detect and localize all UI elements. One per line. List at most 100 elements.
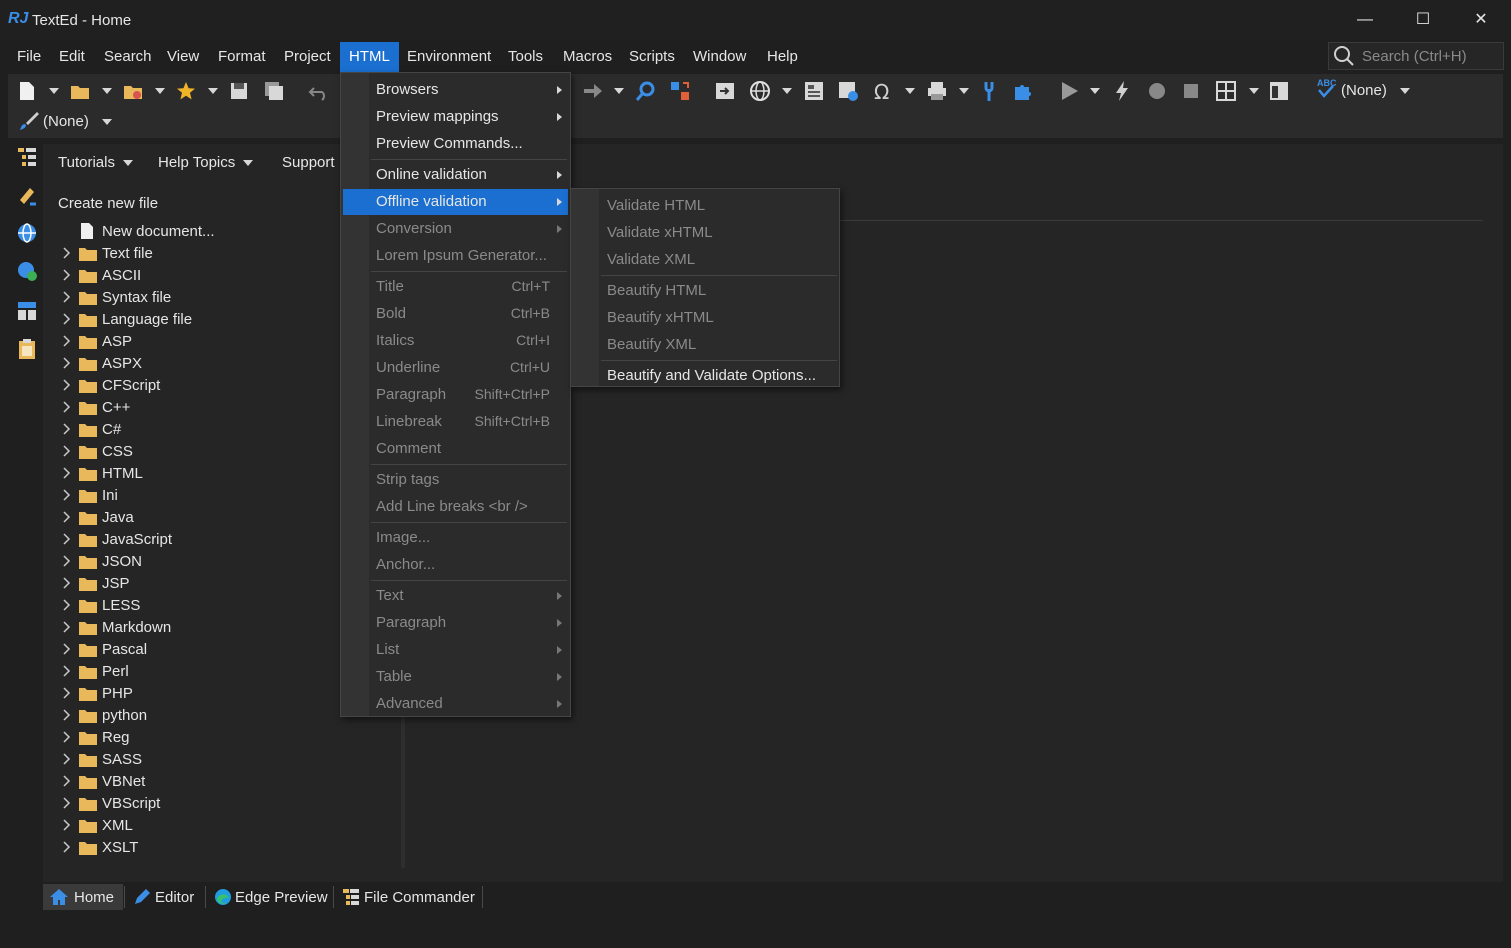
menu-search[interactable]: Search <box>95 42 161 72</box>
file-type-item[interactable]: CSS <box>43 441 383 463</box>
html-menu-item-anchor[interactable]: Anchor... <box>343 552 568 578</box>
layout-dropdown-icon[interactable] <box>1249 88 1259 94</box>
html-menu-item-title[interactable]: Title Ctrl+T <box>343 274 568 300</box>
file-type-item[interactable]: JSON <box>43 551 383 573</box>
menu-view[interactable]: View <box>158 42 208 72</box>
layout-grid-icon[interactable] <box>1215 80 1237 102</box>
menu-window[interactable]: Window <box>684 42 755 72</box>
new-document-item[interactable]: New document... <box>43 221 383 243</box>
submenu-item-beautify-and-validate-options[interactable]: Beautify and Validate Options... <box>573 363 837 389</box>
file-type-item[interactable]: PHP <box>43 683 383 705</box>
run-play-icon[interactable] <box>1058 80 1080 102</box>
html-menu-item-italics[interactable]: Italics Ctrl+I <box>343 328 568 354</box>
tutorials-dropdown[interactable]: Tutorials <box>58 154 133 171</box>
file-type-item[interactable]: C# <box>43 419 383 441</box>
open-dropdown-icon[interactable] <box>102 88 112 94</box>
html-menu-item-conversion[interactable]: Conversion <box>343 216 568 242</box>
chevron-right-icon[interactable] <box>63 533 71 545</box>
chevron-right-icon[interactable] <box>63 555 71 567</box>
file-type-item[interactable]: Reg <box>43 727 383 749</box>
file-type-item[interactable]: LESS <box>43 595 383 617</box>
chevron-right-icon[interactable] <box>63 753 71 765</box>
chevron-right-icon[interactable] <box>63 313 71 325</box>
file-type-item[interactable]: XML <box>43 815 383 837</box>
submenu-item-validate-xhtml[interactable]: Validate xHTML <box>573 220 837 246</box>
submenu-item-validate-html[interactable]: Validate HTML <box>573 193 837 219</box>
help-topics-dropdown[interactable]: Help Topics <box>158 154 254 171</box>
recent-files-icon[interactable] <box>122 80 144 102</box>
maximize-button[interactable]: ☐ <box>1400 6 1446 34</box>
chevron-right-icon[interactable] <box>63 665 71 677</box>
page-settings-icon[interactable] <box>803 80 825 102</box>
tools-wrench-icon[interactable] <box>978 80 1000 102</box>
new-window-icon[interactable] <box>837 80 859 102</box>
submenu-item-beautify-xml[interactable]: Beautify XML <box>573 332 837 358</box>
replace-icon[interactable] <box>669 80 691 102</box>
submenu-item-beautify-xhtml[interactable]: Beautify xHTML <box>573 305 837 331</box>
tab-home[interactable]: Home <box>43 884 123 910</box>
support-link[interactable]: Support <box>282 154 335 171</box>
file-type-item[interactable]: JavaScript <box>43 529 383 551</box>
new-file-icon[interactable] <box>16 80 38 102</box>
html-menu-item-preview-mappings[interactable]: Preview mappings <box>343 104 568 130</box>
print-dropdown-icon[interactable] <box>959 88 969 94</box>
file-type-item[interactable]: SASS <box>43 749 383 771</box>
chevron-right-icon[interactable] <box>63 709 71 721</box>
file-type-item[interactable]: Ini <box>43 485 383 507</box>
chevron-right-icon[interactable] <box>63 489 71 501</box>
plugins-puzzle-icon[interactable] <box>1012 80 1034 102</box>
spellcheck-check-icon[interactable] <box>1317 84 1335 98</box>
html-menu-item-list[interactable]: List <box>343 637 568 663</box>
chevron-right-icon[interactable] <box>63 577 71 589</box>
chevron-right-icon[interactable] <box>63 291 71 303</box>
split-view-icon[interactable] <box>1268 80 1290 102</box>
save-icon[interactable] <box>228 80 250 102</box>
html-menu-item-add-line-breaks-br[interactable]: Add Line breaks <br /> <box>343 494 568 520</box>
submenu-item-beautify-html[interactable]: Beautify HTML <box>573 278 837 304</box>
file-type-item[interactable]: VBScript <box>43 793 383 815</box>
menu-macros[interactable]: Macros <box>554 42 621 72</box>
forward-arrow-icon[interactable] <box>582 80 604 102</box>
chevron-right-icon[interactable] <box>63 357 71 369</box>
tab-editor[interactable]: Editor <box>126 884 204 910</box>
find-icon[interactable] <box>635 80 657 102</box>
clip-text-icon[interactable] <box>16 184 38 206</box>
html-menu-item-linebreak[interactable]: Linebreak Shift+Ctrl+B <box>343 409 568 435</box>
spellcheck-dropdown-icon[interactable] <box>1400 88 1410 94</box>
recent-dropdown-icon[interactable] <box>155 88 165 94</box>
file-type-item[interactable]: Java <box>43 507 383 529</box>
html-menu-item-online-validation[interactable]: Online validation <box>343 162 568 188</box>
file-type-item[interactable]: Language file <box>43 309 383 331</box>
html-menu-item-offline-validation[interactable]: Offline validation <box>343 189 568 215</box>
outline-panel-icon[interactable] <box>16 300 38 322</box>
omega-special-chars-icon[interactable]: Ω <box>872 80 894 102</box>
file-type-item[interactable]: ASP <box>43 331 383 353</box>
tab-edge-preview[interactable]: Edge Preview <box>207 884 332 910</box>
web-check-icon[interactable] <box>16 260 38 282</box>
chevron-right-icon[interactable] <box>63 423 71 435</box>
spellcheck-language-value[interactable]: (None) <box>1341 82 1387 99</box>
brush-dropdown-icon[interactable] <box>102 119 112 125</box>
chevron-right-icon[interactable] <box>63 269 71 281</box>
html-menu-item-preview-commands[interactable]: Preview Commands... <box>343 131 568 157</box>
chevron-right-icon[interactable] <box>63 467 71 479</box>
chevron-right-icon[interactable] <box>63 247 71 259</box>
record-icon[interactable] <box>1146 80 1168 102</box>
save-all-icon[interactable] <box>263 80 285 102</box>
chevron-right-icon[interactable] <box>63 379 71 391</box>
chevron-right-icon[interactable] <box>63 775 71 787</box>
chevron-right-icon[interactable] <box>63 445 71 457</box>
file-type-item[interactable]: C++ <box>43 397 383 419</box>
html-menu-item-underline[interactable]: Underline Ctrl+U <box>343 355 568 381</box>
file-type-item[interactable]: CFScript <box>43 375 383 397</box>
brush-scheme-value[interactable]: (None) <box>43 113 89 130</box>
menu-environment[interactable]: Environment <box>398 42 500 72</box>
file-tree-icon[interactable] <box>16 146 38 168</box>
brush-icon[interactable] <box>18 110 40 132</box>
html-menu-item-table[interactable]: Table <box>343 664 568 690</box>
run-dropdown-icon[interactable] <box>1090 88 1100 94</box>
html-menu-item-strip-tags[interactable]: Strip tags <box>343 467 568 493</box>
html-menu-item-advanced[interactable]: Advanced <box>343 691 568 717</box>
chevron-right-icon[interactable] <box>63 841 71 853</box>
search-input[interactable]: Search (Ctrl+H) <box>1328 42 1504 70</box>
